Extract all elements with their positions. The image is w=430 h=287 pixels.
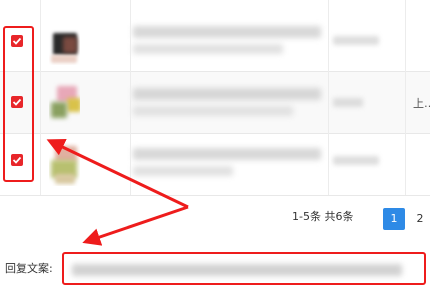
arrow-to-reply-input <box>82 205 189 246</box>
arrow-to-checkboxes <box>46 139 189 209</box>
annotation-arrows <box>46 139 189 246</box>
